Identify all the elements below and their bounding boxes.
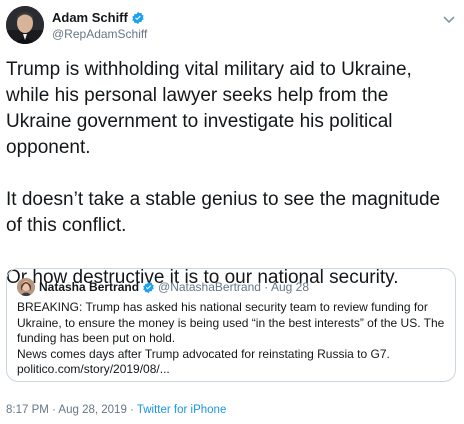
author-name[interactable]: Adam Schiff xyxy=(52,10,128,25)
quoted-line: News comes days after Trump advocated fo… xyxy=(17,346,390,361)
quoted-separator: · xyxy=(260,280,271,294)
quoted-author-name: Natasha Bertrand xyxy=(39,280,140,294)
tweet-paragraph: It doesn’t take a stable genius to see t… xyxy=(6,189,441,236)
quoted-link: politico.com/story/2019/08/... xyxy=(17,362,170,376)
quoted-author-handle: @NatashaBertrand xyxy=(158,280,261,294)
tweet-card: Adam Schiff @RepAdamSchiff Trump is with… xyxy=(0,0,464,424)
avatar-image xyxy=(6,6,44,44)
tweet-date[interactable]: Aug 28, 2019 xyxy=(58,404,126,416)
avatar[interactable] xyxy=(6,6,44,44)
author-name-row[interactable]: Adam Schiff xyxy=(52,10,145,28)
chevron-down-icon[interactable] xyxy=(443,12,455,24)
footer-separator: · xyxy=(48,404,59,416)
verified-badge-icon xyxy=(142,281,155,297)
quoted-tweet[interactable]: Natasha Bertrand @NatashaBertrand · Aug 2… xyxy=(6,268,456,382)
tweet-time[interactable]: 8:17 PM xyxy=(6,404,49,416)
quoted-tweet-header: Natasha Bertrand @NatashaBertrand · Aug 2… xyxy=(17,278,309,297)
quoted-date: Aug 28 xyxy=(270,280,309,294)
tweet-text: Trump is withholding vital military aid … xyxy=(6,57,458,291)
footer-separator: · xyxy=(126,404,137,416)
tweet-footer: 8:17 PM · Aug 28, 2019 · Twitter for iPh… xyxy=(6,404,226,416)
quoted-avatar xyxy=(17,278,35,296)
tweet-paragraph: Trump is withholding vital military aid … xyxy=(6,59,412,158)
quoted-tweet-text: BREAKING: Trump has asked his national s… xyxy=(17,300,449,378)
quoted-line: BREAKING: Trump has asked his national s… xyxy=(17,300,445,345)
tweet-source-link[interactable]: Twitter for iPhone xyxy=(137,404,226,416)
author-handle[interactable]: @RepAdamSchiff xyxy=(52,27,147,41)
verified-badge-icon xyxy=(131,11,145,28)
